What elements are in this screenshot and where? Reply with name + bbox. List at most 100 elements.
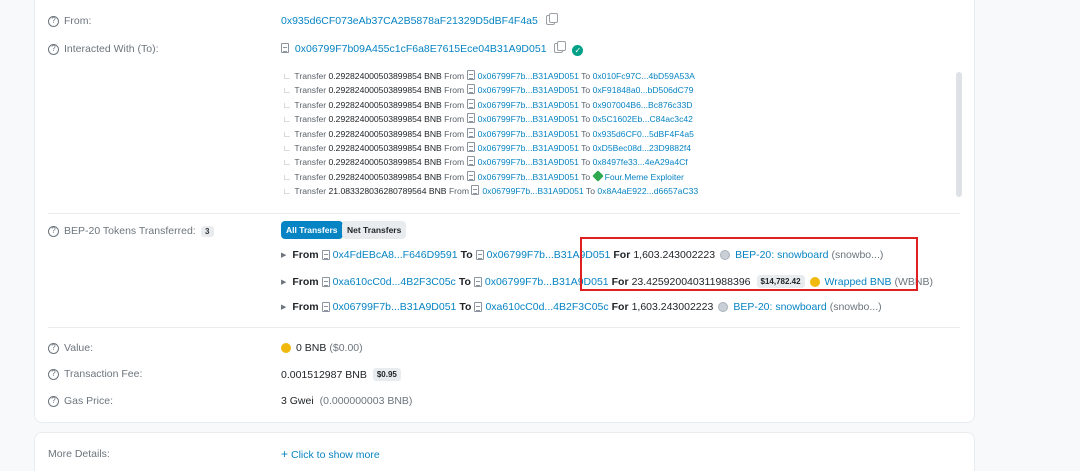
to-word: To xyxy=(581,171,591,182)
transfer-amount: 0.292824000503899854 BNB xyxy=(328,99,442,110)
token-symbol: (snowbo...) xyxy=(829,301,882,313)
caret-right-icon[interactable]: ▶ xyxy=(281,303,286,311)
transfer-amount: 0.292824000503899854 BNB xyxy=(328,171,442,182)
wbnb-icon xyxy=(809,276,820,287)
internal-transfers-scrollbar[interactable] xyxy=(956,72,962,197)
transfer-to-link[interactable]: 0x8497fe33...4eA29a4Cf xyxy=(593,157,688,167)
to-word: To xyxy=(581,85,591,96)
transfer-to-link[interactable]: 0xF91848a0...bD506dC79 xyxy=(593,85,694,95)
for-word: For xyxy=(611,301,629,313)
interacted-address-row: 0x06799F7b09A455c1cF6a8E7615Ece04B31A9D0… xyxy=(281,41,584,56)
token-symbol: (WBNB) xyxy=(894,275,933,288)
tokens-label: ? BEP-20 Tokens Transferred: 3 xyxy=(48,225,214,237)
transfer-from-link[interactable]: 0x06799F7b...B31A9D051 xyxy=(478,71,579,81)
token-to-link[interactable]: 0x06799F7b...B31A9D051 xyxy=(485,276,609,288)
gas-amount: 3 Gwei xyxy=(281,395,314,407)
contract-icon xyxy=(466,127,475,138)
contract-icon xyxy=(473,276,482,287)
internal-transfer-row: ∟ Transfer 0.292824000503899854 BNB From … xyxy=(283,84,693,95)
from-word: From xyxy=(444,71,465,81)
to-word: To xyxy=(460,249,473,261)
token-to-link[interactable]: 0xa610cC0d...4B2F3C05c xyxy=(485,301,608,313)
to-word: To xyxy=(581,143,591,153)
token-from-link[interactable]: 0xa610cC0d...4B2F3C05c xyxy=(333,276,456,288)
for-word: For xyxy=(613,249,631,261)
to-word: To xyxy=(458,275,471,288)
question-icon[interactable]: ? xyxy=(48,15,59,27)
transfer-to-link[interactable]: 0x010Fc97C...4bD59A53A xyxy=(593,71,695,81)
internal-transfer-row: ∟ Transfer 21.083328036280789564 BNB From… xyxy=(283,185,698,196)
transfer-from-link[interactable]: 0x06799F7b...B31A9D051 xyxy=(482,186,583,196)
token-from-link[interactable]: 0x06799F7b...B31A9D051 xyxy=(333,301,457,313)
tree-corner-icon: ∟ xyxy=(283,114,292,125)
from-word: From xyxy=(444,171,465,182)
token-from-link[interactable]: 0x4FdEBcA8...F646D9591 xyxy=(333,249,458,261)
transfer-to-link[interactable]: Four.Meme Exploiter xyxy=(605,172,684,182)
contract-icon xyxy=(321,250,330,260)
tree-corner-icon: ∟ xyxy=(283,128,292,139)
transfer-from-link[interactable]: 0x06799F7b...B31A9D051 xyxy=(478,172,579,182)
transfer-to-link[interactable]: 0x8A4aE922...d6657aC33 xyxy=(597,186,698,196)
tree-corner-icon: ∟ xyxy=(283,99,292,110)
transfer-word: Transfer xyxy=(294,99,327,110)
more-details-label: More Details: xyxy=(48,448,110,460)
interacted-address-link[interactable]: 0x06799F7b09A455c1cF6a8E7615Ece04B31A9D0… xyxy=(295,43,547,55)
from-address-link[interactable]: 0x935d6CF073eAb37CA2B5878aF21329D5dBF4F4… xyxy=(281,15,538,27)
transfer-from-link[interactable]: 0x06799F7b...B31A9D051 xyxy=(478,100,579,110)
transfer-to-link[interactable]: 0x907004B6...Bc876c33D xyxy=(593,100,693,110)
caret-right-icon[interactable]: ▶ xyxy=(281,251,286,259)
tree-corner-icon: ∟ xyxy=(283,71,292,81)
tab-all-transfers[interactable]: All Transfers xyxy=(281,221,343,239)
question-icon[interactable]: ? xyxy=(48,43,59,55)
token-name-link[interactable]: BEP-20: snowboard xyxy=(733,301,826,313)
transfer-word: Transfer xyxy=(294,128,327,139)
token-logo-icon xyxy=(718,302,729,312)
token-amount: 1,603.243002223 xyxy=(633,249,716,261)
value-usd: ($0.00) xyxy=(329,342,363,354)
token-name-link[interactable]: BEP-20: snowboard xyxy=(735,249,828,261)
internal-transfer-row: ∟ Transfer 0.292824000503899854 BNB From … xyxy=(283,142,691,153)
divider xyxy=(48,327,960,328)
transfer-from-link[interactable]: 0x06799F7b...B31A9D051 xyxy=(478,114,579,124)
transfer-to-link[interactable]: 0x935d6CF0...5dBF4F4a5 xyxy=(593,129,694,139)
tab-net-transfers[interactable]: Net Transfers xyxy=(342,221,407,239)
to-word: To xyxy=(581,99,591,110)
more-details-card: More Details: + Click to show more xyxy=(34,432,975,471)
internal-transfer-row: ∟ Transfer 0.292824000503899854 BNB From … xyxy=(283,98,693,110)
show-more-link[interactable]: + Click to show more xyxy=(281,447,380,461)
token-usd-badge: $14,782.42 xyxy=(756,275,805,288)
transfer-from-link[interactable]: 0x06799F7b...B31A9D051 xyxy=(478,143,579,153)
transfer-to-link[interactable]: 0x5C1602Eb...C84ac3c42 xyxy=(593,114,693,124)
token-name-link[interactable]: Wrapped BNB xyxy=(825,276,892,288)
tree-corner-icon: ∟ xyxy=(283,85,292,96)
to-word: To xyxy=(581,157,591,168)
transfer-amount: 0.292824000503899854 BNB xyxy=(328,85,442,96)
contract-icon xyxy=(281,43,289,53)
transfer-from-link[interactable]: 0x06799F7b...B31A9D051 xyxy=(478,157,579,167)
to-word: To xyxy=(581,71,591,81)
transfer-from-link[interactable]: 0x06799F7b...B31A9D051 xyxy=(478,129,579,139)
internal-transfer-row: ∟ Transfer 0.292824000503899854 BNB From … xyxy=(283,170,684,182)
value-label: ? Value: xyxy=(48,342,93,354)
transfer-from-link[interactable]: 0x06799F7b...B31A9D051 xyxy=(478,85,579,95)
transfer-to-link[interactable]: 0xD5Bec08d...23D9882f4 xyxy=(593,143,691,153)
question-icon[interactable]: ? xyxy=(48,225,59,237)
from-word: From xyxy=(292,249,319,261)
copy-icon[interactable] xyxy=(554,41,567,53)
question-icon[interactable]: ? xyxy=(48,342,59,354)
from-word: From xyxy=(444,128,465,139)
fee-usd-badge: $0.95 xyxy=(372,368,401,381)
copy-icon[interactable] xyxy=(545,13,558,25)
question-icon[interactable]: ? xyxy=(48,368,59,380)
transfer-word: Transfer xyxy=(294,114,327,125)
question-icon[interactable]: ? xyxy=(48,395,59,407)
transfer-word: Transfer xyxy=(294,85,327,96)
tree-corner-icon: ∟ xyxy=(283,171,292,182)
contract-icon xyxy=(466,113,475,124)
from-label: ? From: xyxy=(48,15,91,27)
contract-icon xyxy=(471,185,480,196)
contract-icon xyxy=(475,250,484,260)
token-to-link[interactable]: 0x06799F7b...B31A9D051 xyxy=(487,249,611,261)
caret-right-icon[interactable]: ▶ xyxy=(281,278,286,286)
value-row: 0 BNB ($0.00) xyxy=(281,342,363,354)
